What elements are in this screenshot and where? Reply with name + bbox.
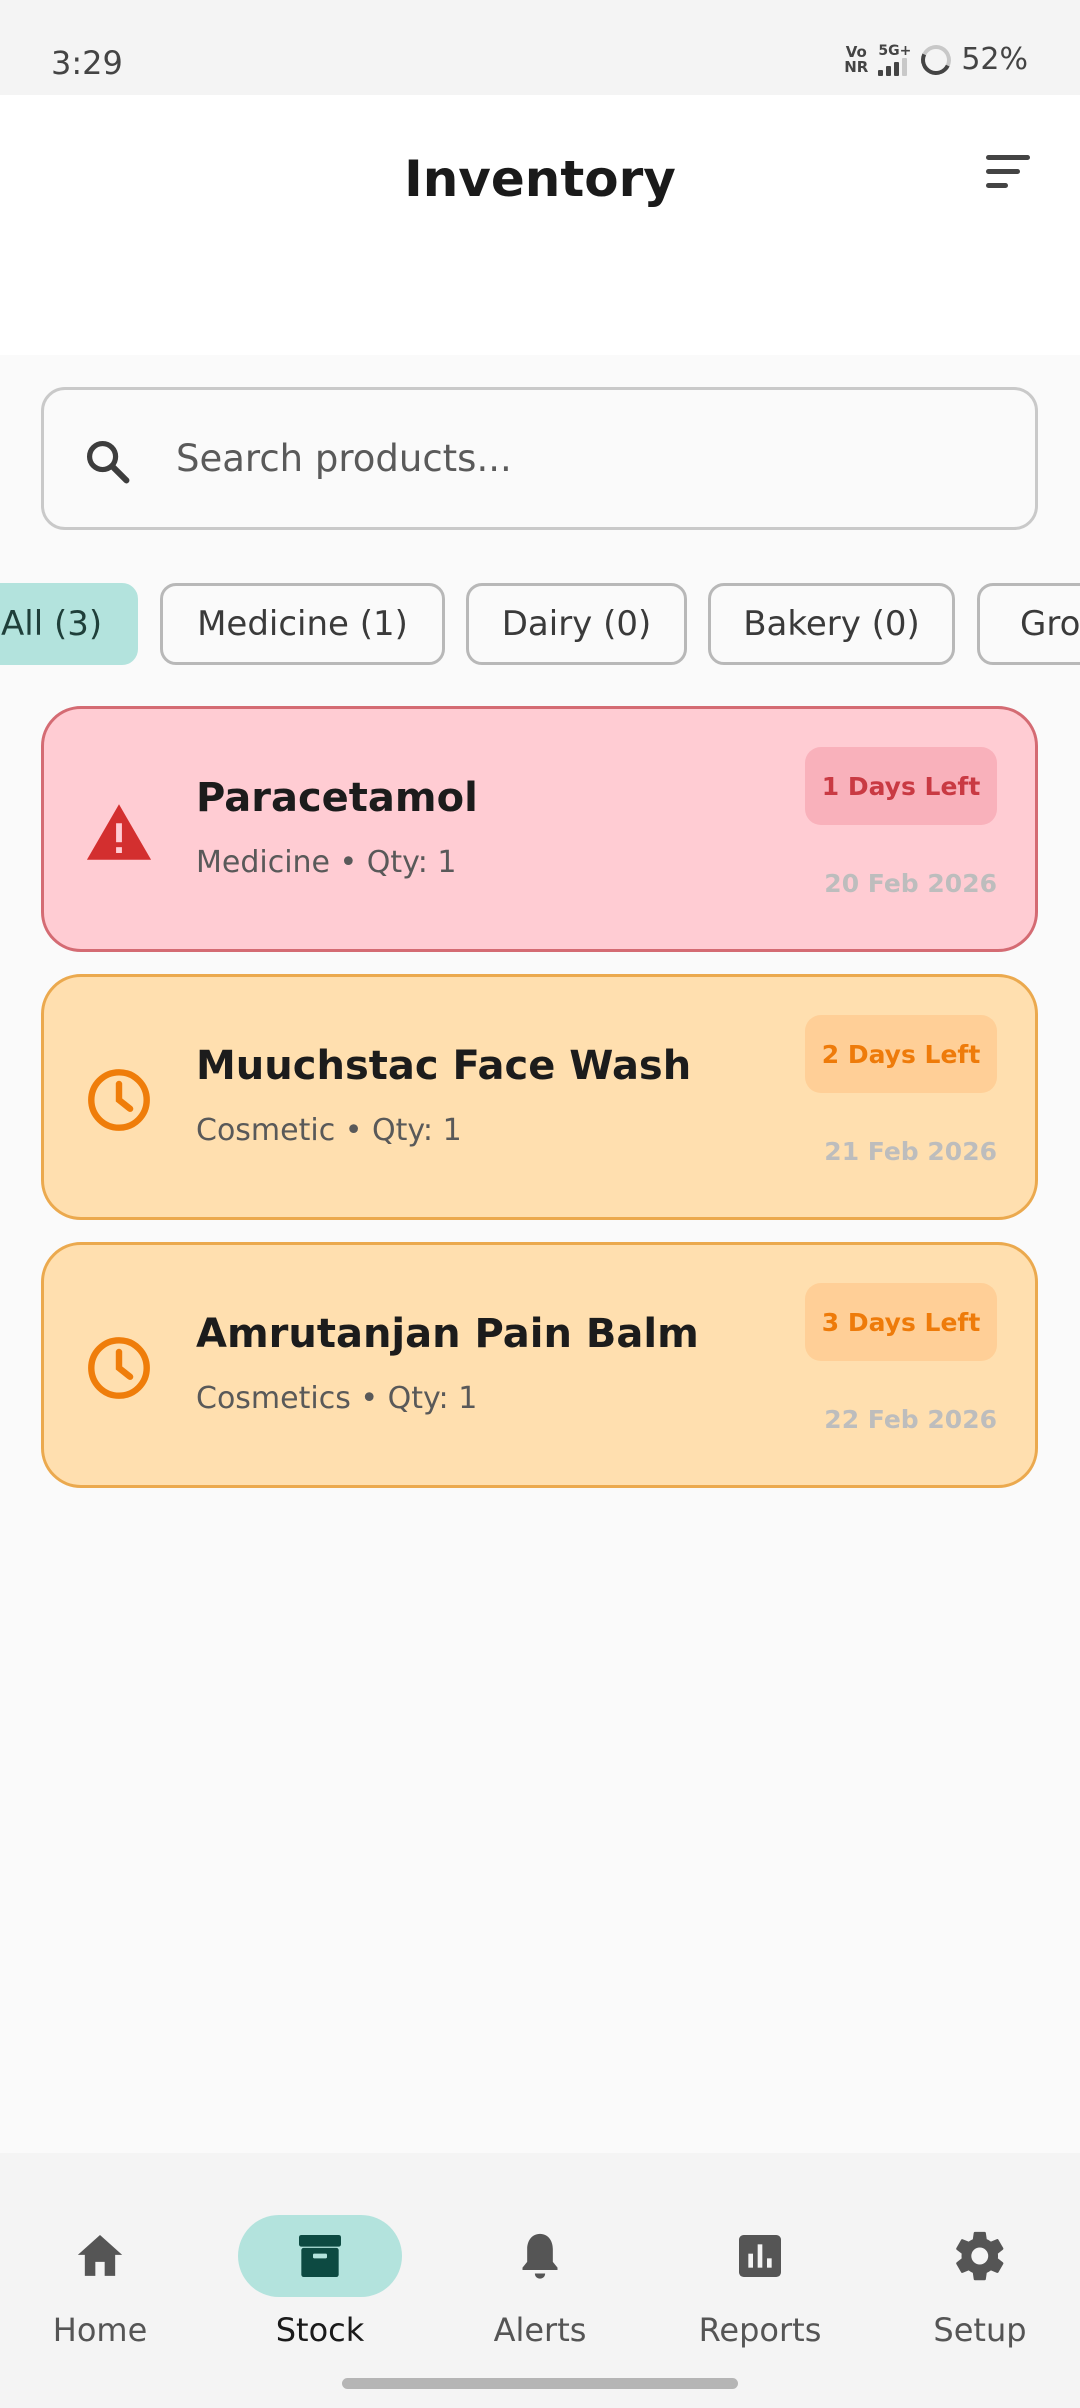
warning-icon [86, 804, 152, 860]
nav-setup[interactable]: Setup [880, 2183, 1080, 2349]
home-icon [77, 2235, 123, 2276]
battery-icon [917, 40, 956, 79]
sort-filter-button[interactable] [978, 145, 1034, 195]
days-left-badge: 2 Days Left [805, 1015, 997, 1093]
category-filter-row[interactable]: All (3) Medicine (1) Dairy (0) Bakery (0… [0, 583, 1080, 667]
app-header: Inventory [0, 95, 1080, 355]
product-card[interactable]: Paracetamol Medicine • Qty: 1 1 Days Lef… [41, 706, 1038, 952]
search-input[interactable] [174, 390, 994, 527]
days-left-badge: 1 Days Left [805, 747, 997, 825]
nav-stock[interactable]: Stock [220, 2183, 420, 2349]
nav-alerts[interactable]: Alerts [440, 2183, 640, 2349]
filter-chip-grocery[interactable]: Groc [977, 583, 1080, 665]
status-time: 3:29 [51, 44, 123, 82]
volte-indicator: Vo NR [844, 42, 869, 76]
nav-home[interactable]: Home [0, 2183, 200, 2349]
product-name: Amrutanjan Pain Balm [196, 1311, 699, 1357]
status-indicators: Vo NR 5G+ 52% [844, 40, 1028, 79]
product-category-qty: Cosmetic • Qty: 1 [196, 1113, 462, 1148]
days-left-badge: 3 Days Left [805, 1283, 997, 1361]
page-title: Inventory [404, 150, 676, 208]
product-card[interactable]: Muuchstac Face Wash Cosmetic • Qty: 1 2 … [41, 974, 1038, 1220]
search-box[interactable] [41, 387, 1038, 530]
signal-icon: 5G+ [878, 44, 911, 76]
search-icon [86, 440, 130, 484]
expiry-date: 22 Feb 2026 [824, 1405, 997, 1434]
archive-box-icon [299, 2235, 341, 2277]
product-category-qty: Cosmetics • Qty: 1 [196, 1381, 478, 1416]
clock-icon [88, 1337, 150, 1399]
product-name: Paracetamol [196, 775, 478, 821]
product-card[interactable]: Amrutanjan Pain Balm Cosmetics • Qty: 1 … [41, 1242, 1038, 1488]
filter-chip-all[interactable]: All (3) [0, 583, 138, 665]
product-name: Muuchstac Face Wash [196, 1043, 692, 1089]
expiry-date: 21 Feb 2026 [824, 1137, 997, 1166]
filter-chip-dairy[interactable]: Dairy (0) [466, 583, 687, 665]
nav-reports[interactable]: Reports [660, 2183, 860, 2349]
status-bar: 3:29 Vo NR 5G+ 52% [0, 0, 1080, 95]
bell-icon [522, 2233, 558, 2279]
product-category-qty: Medicine • Qty: 1 [196, 845, 457, 880]
battery-percent: 52% [961, 42, 1028, 77]
bar-chart-icon [739, 2235, 781, 2277]
bottom-navigation: Home Stock Alerts Reports Setup [0, 2153, 1080, 2408]
filter-chip-bakery[interactable]: Bakery (0) [708, 583, 955, 665]
expiry-date: 20 Feb 2026 [824, 869, 997, 898]
gear-icon [956, 2231, 1004, 2281]
gesture-home-indicator[interactable] [342, 2378, 738, 2389]
filter-chip-medicine[interactable]: Medicine (1) [160, 583, 445, 665]
sort-icon [986, 155, 1030, 160]
clock-icon [88, 1069, 150, 1131]
